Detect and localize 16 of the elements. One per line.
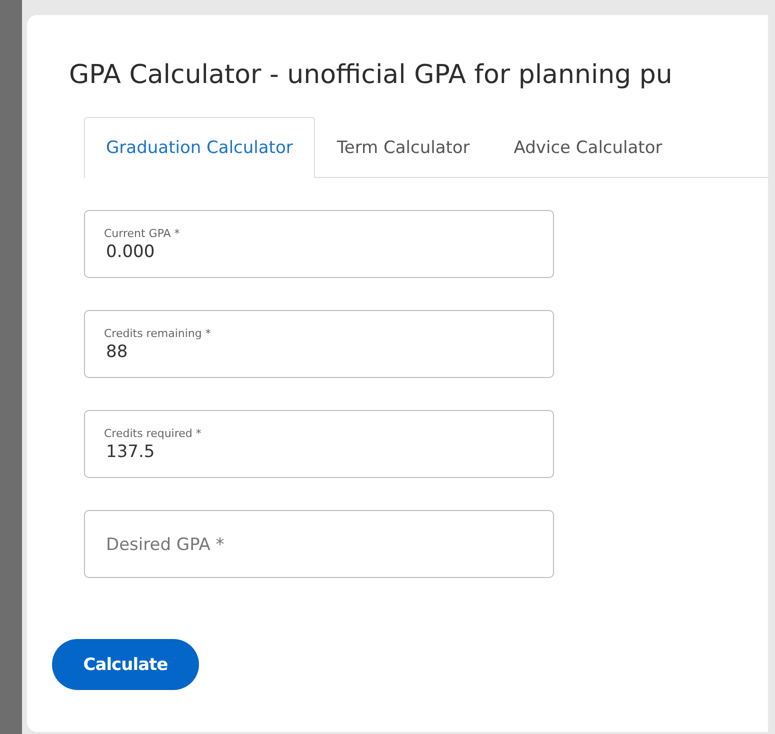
input-field[interactable]: Credits remaining * 88 — [84, 310, 554, 378]
field-value: 88 — [105, 340, 129, 362]
field-value: 137.5 — [105, 440, 156, 462]
calculate-button[interactable]: Calculate — [52, 639, 199, 690]
input-field[interactable]: Current GPA * 0.000 — [84, 210, 554, 278]
field-label: Credits remaining * — [104, 326, 212, 340]
input-field[interactable]: Desired GPA * — [84, 510, 554, 578]
field-value: 0.000 — [105, 240, 156, 262]
dialog-title: GPA Calculator - unofficial GPA for planning pu — [69, 59, 674, 92]
field-label: Credits required * — [104, 426, 202, 440]
tab[interactable]: Graduation Calculator — [84, 117, 315, 178]
input-field[interactable]: Credits required * 137.5 — [84, 410, 554, 478]
tab[interactable]: Term Calculator — [314, 117, 492, 178]
field-placeholder: Desired GPA * — [105, 534, 226, 555]
field-label: Current GPA * — [104, 226, 181, 240]
tab[interactable]: Advice Calculator — [492, 117, 684, 178]
